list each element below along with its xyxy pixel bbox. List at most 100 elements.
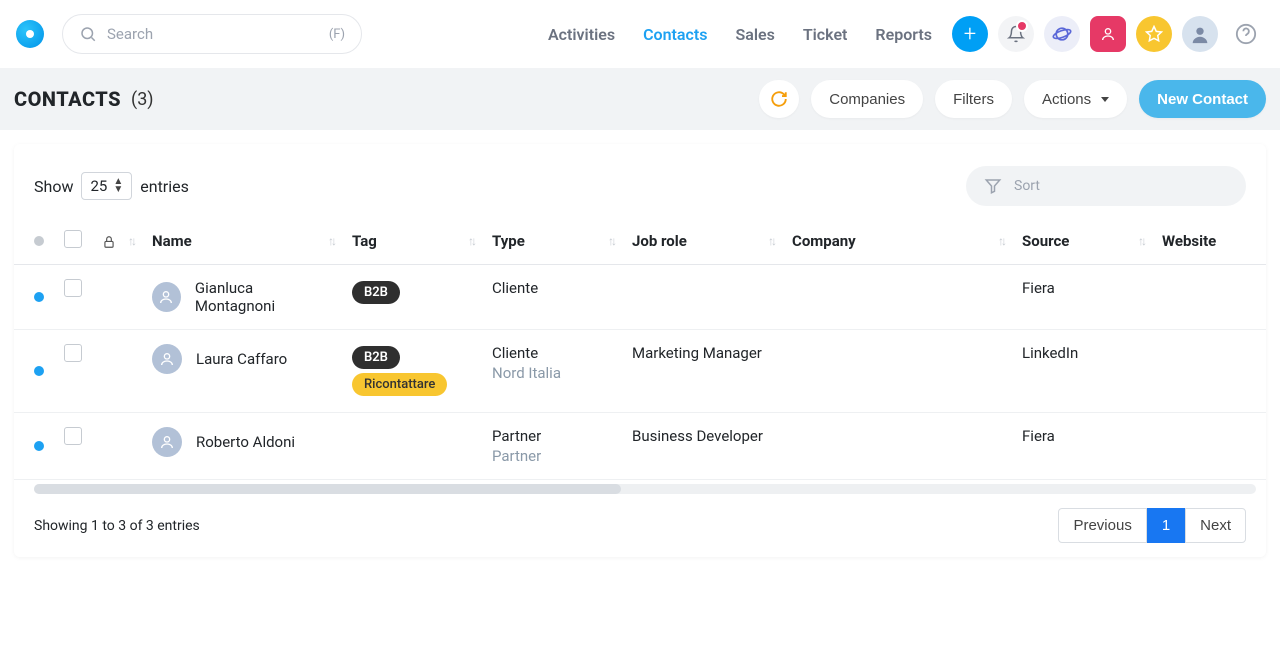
cell-company: [782, 265, 1012, 330]
contact-name: Roberto Aldoni: [196, 433, 295, 451]
nav-reports[interactable]: Reports: [875, 25, 932, 44]
planet-button[interactable]: [1044, 16, 1080, 52]
nav-contacts[interactable]: Contacts: [643, 25, 707, 44]
scroll-thumb[interactable]: [34, 484, 621, 494]
top-icons: +: [952, 16, 1264, 52]
horizontal-scrollbar[interactable]: [34, 484, 1256, 494]
search-input[interactable]: Search (F): [62, 14, 362, 54]
cell-source: Fiera: [1012, 265, 1152, 330]
contact-avatar: [152, 282, 181, 312]
person-icon: [1100, 26, 1116, 42]
add-button[interactable]: +: [952, 16, 988, 52]
contacts-card: Show 25 ▲▼ entries Sort ↑↓ Name↑↓ Tag↑↓ …: [14, 144, 1266, 557]
page-title: CONTACTS: [14, 87, 121, 111]
person-button[interactable]: [1090, 16, 1126, 52]
col-status: [14, 218, 54, 265]
new-contact-button[interactable]: New Contact: [1139, 80, 1266, 118]
type-sub: Nord Italia: [492, 364, 612, 382]
cell-company: [782, 413, 1012, 480]
help-button[interactable]: [1228, 16, 1264, 52]
table-footer: Showing 1 to 3 of 3 entries Previous 1 N…: [14, 494, 1266, 547]
col-source[interactable]: Source↑↓: [1012, 218, 1152, 265]
contact-name: Laura Caffaro: [196, 350, 287, 368]
select-arrows-icon: ▲▼: [113, 178, 123, 194]
companies-button[interactable]: Companies: [811, 80, 923, 118]
search-icon: [79, 25, 97, 43]
col-name[interactable]: Name↑↓: [142, 218, 342, 265]
search-hotkey: (F): [329, 27, 345, 42]
col-website[interactable]: Website: [1152, 218, 1266, 265]
user-avatar[interactable]: [1182, 16, 1218, 52]
entries-label: entries: [140, 177, 189, 196]
col-jobrole[interactable]: Job role↑↓: [622, 218, 782, 265]
table-row[interactable]: Laura Caffaro B2B Ricontattare ClienteNor…: [14, 330, 1266, 413]
star-icon: [1145, 25, 1163, 43]
contact-avatar: [152, 344, 182, 374]
cell-type: Cliente: [482, 265, 622, 330]
cell-tag: B2B: [342, 265, 482, 330]
entries-select[interactable]: 25 ▲▼: [81, 172, 132, 200]
nav-activities[interactable]: Activities: [548, 25, 615, 44]
actions-button[interactable]: Actions: [1024, 80, 1127, 118]
top-nav: Search (F) Activities Contacts Sales Tic…: [0, 0, 1280, 68]
cell-website: [1152, 330, 1266, 413]
nav-sales[interactable]: Sales: [735, 25, 774, 44]
person-icon: [159, 351, 175, 367]
table-controls: Show 25 ▲▼ entries Sort: [14, 144, 1266, 218]
cell-jobrole: Business Developer: [622, 413, 782, 480]
refresh-button[interactable]: [759, 80, 799, 118]
col-lock[interactable]: ↑↓: [92, 218, 142, 265]
cell-jobrole: [622, 265, 782, 330]
col-company[interactable]: Company↑↓: [782, 218, 1012, 265]
cell-type: ClienteNord Italia: [482, 330, 622, 413]
search-placeholder: Search: [107, 25, 329, 43]
cell-company: [782, 330, 1012, 413]
bell-icon: [1007, 25, 1025, 43]
filters-button[interactable]: Filters: [935, 80, 1012, 118]
help-icon: [1235, 23, 1257, 45]
cell-website: [1152, 265, 1266, 330]
status-dot: [34, 441, 44, 451]
cell-jobrole: Marketing Manager: [622, 330, 782, 413]
cell-website: [1152, 413, 1266, 480]
cell-source: Fiera: [1012, 413, 1152, 480]
tag-badge: Ricontattare: [352, 373, 447, 396]
row-checkbox[interactable]: [64, 344, 82, 362]
sort-input[interactable]: Sort: [966, 166, 1246, 206]
col-tag[interactable]: Tag↑↓: [342, 218, 482, 265]
refresh-icon: [770, 90, 788, 108]
type-sub: Partner: [492, 447, 612, 465]
person-icon: [158, 289, 174, 305]
cell-tag: [342, 413, 482, 480]
tag-badge: B2B: [352, 346, 400, 369]
cell-tag: B2B Ricontattare: [342, 330, 482, 413]
showing-text: Showing 1 to 3 of 3 entries: [34, 518, 200, 534]
table-row[interactable]: Gianluca Montagnoni B2B Cliente Fiera: [14, 265, 1266, 330]
avatar-icon: [1189, 23, 1211, 45]
star-button[interactable]: [1136, 16, 1172, 52]
person-icon: [159, 434, 175, 450]
contacts-table: ↑↓ Name↑↓ Tag↑↓ Type↑↓ Job role↑↓ Compan…: [14, 218, 1266, 480]
lock-icon: [102, 235, 116, 249]
row-checkbox[interactable]: [64, 279, 82, 297]
col-type[interactable]: Type↑↓: [482, 218, 622, 265]
page-1-button[interactable]: 1: [1147, 508, 1185, 543]
table-row[interactable]: Roberto Aldoni PartnerPartner Business D…: [14, 413, 1266, 480]
col-select-all[interactable]: [54, 218, 92, 265]
nav-ticket[interactable]: Ticket: [803, 25, 848, 44]
next-page-button[interactable]: Next: [1185, 508, 1246, 543]
sub-header: CONTACTS (3) Companies Filters Actions N…: [0, 68, 1280, 130]
status-dot: [34, 366, 44, 376]
prev-page-button[interactable]: Previous: [1058, 508, 1146, 543]
notifications-button[interactable]: [998, 16, 1034, 52]
show-label: Show: [34, 177, 73, 196]
app-logo[interactable]: [16, 20, 44, 48]
pagination: Previous 1 Next: [1058, 508, 1246, 543]
planet-icon: [1052, 24, 1072, 44]
status-dot: [34, 292, 44, 302]
contacts-count: (3): [131, 89, 154, 110]
contact-name: Gianluca Montagnoni: [195, 279, 332, 315]
cell-source: LinkedIn: [1012, 330, 1152, 413]
nav-links: Activities Contacts Sales Ticket Reports: [548, 25, 932, 44]
row-checkbox[interactable]: [64, 427, 82, 445]
